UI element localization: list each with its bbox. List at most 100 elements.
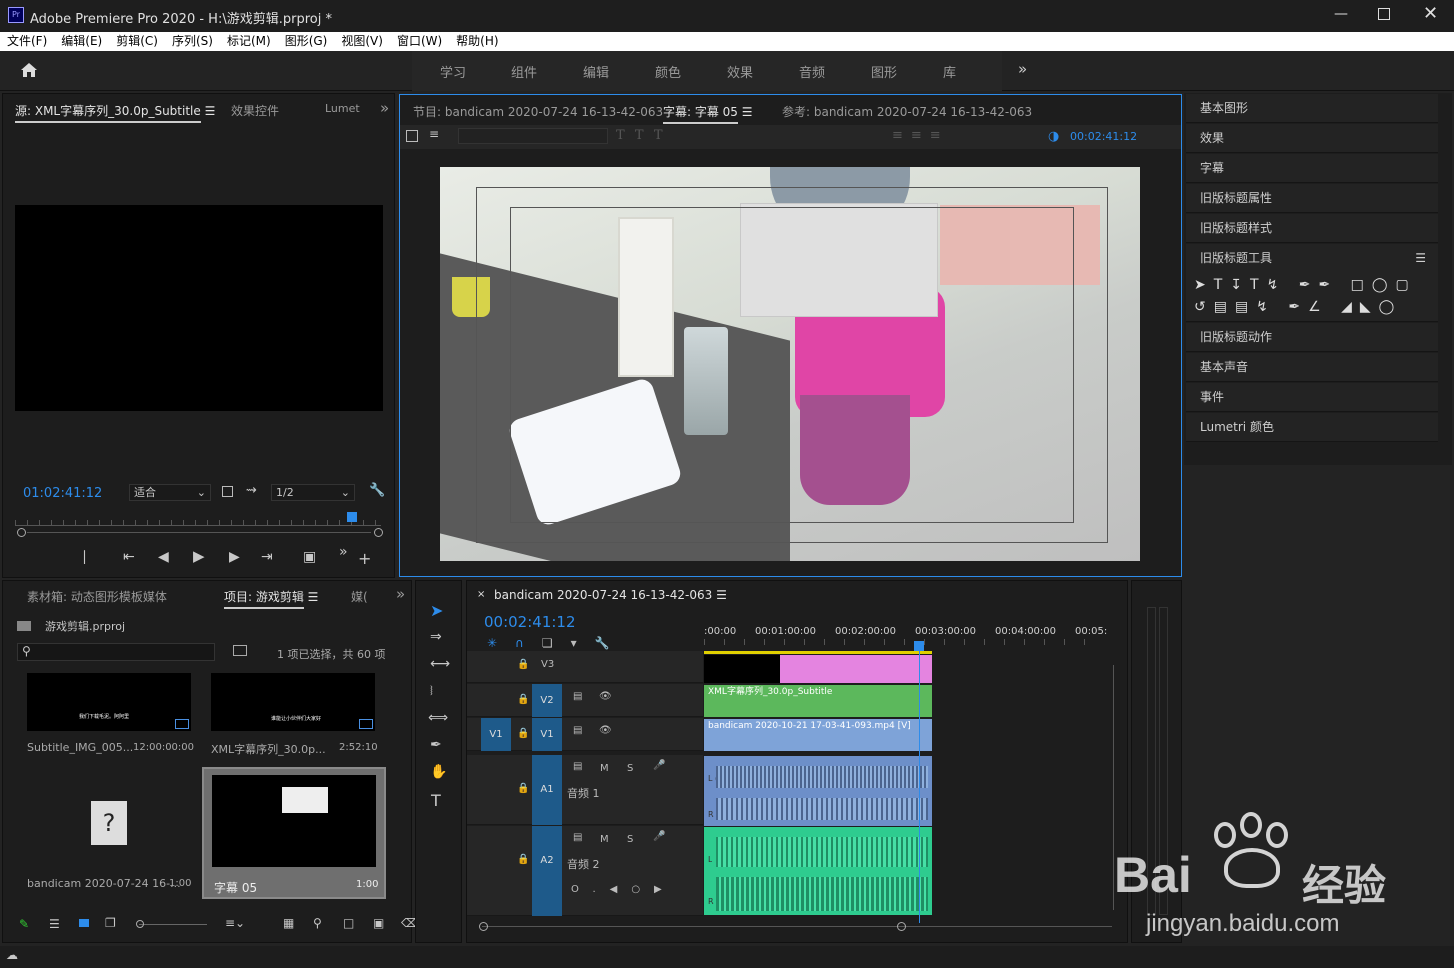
new-bin-icon[interactable]: □ xyxy=(343,916,354,930)
mute-button[interactable]: M xyxy=(600,834,609,845)
panel-essential-sound[interactable]: 基本声音 xyxy=(1186,353,1438,382)
settings-arrow-icon[interactable]: ⇝ xyxy=(246,483,257,498)
project-search-input[interactable]: ⚲ xyxy=(17,643,215,661)
new-item-icon[interactable]: ▣ xyxy=(373,916,384,930)
list-view-icon[interactable]: ☰ xyxy=(49,917,60,931)
lock-icon[interactable]: 🔒 xyxy=(517,854,529,865)
freeform-view-icon[interactable]: ❐ xyxy=(105,916,116,930)
track-v1-label[interactable]: V1 xyxy=(532,718,562,751)
menu-sequence[interactable]: 序列(S) xyxy=(165,32,220,51)
panel-legacy-title-properties[interactable]: 旧版标题属性 xyxy=(1186,184,1438,213)
a2-clip[interactable]: L R xyxy=(704,827,932,915)
panel-effects[interactable]: 效果 xyxy=(1186,124,1438,153)
tab-project[interactable]: 项目: 游戏剪辑 ☰ xyxy=(224,588,318,609)
tab-media[interactable]: 媒( xyxy=(351,588,368,605)
tab-effect-controls[interactable]: 效果控件 xyxy=(231,102,279,119)
ws-libraries[interactable]: 库 xyxy=(943,62,956,81)
microphone-icon[interactable]: 🎤 xyxy=(653,760,665,771)
ws-audio[interactable]: 音频 xyxy=(799,62,825,81)
tab-reference[interactable]: 参考: bandicam 2020-07-24 16-13-42-063 xyxy=(782,103,1032,120)
panel-essential-graphics[interactable]: 基本图形 xyxy=(1186,94,1438,123)
icon-view-icon[interactable] xyxy=(79,919,89,927)
menu-graphics[interactable]: 图形(G) xyxy=(278,32,335,51)
source-v1-patch[interactable]: V1 xyxy=(481,718,511,751)
hand-tool-icon[interactable]: ✋ xyxy=(430,764,447,780)
panel-events[interactable]: 事件 xyxy=(1186,383,1438,412)
cloud-icon[interactable]: ☁ xyxy=(6,948,18,962)
project-item[interactable]: 谁能让小伙伴们大家好 XML字幕序列_30.0p... 2:52:10 xyxy=(201,673,383,763)
home-icon[interactable] xyxy=(20,62,37,77)
step-back-icon[interactable]: ⇤ xyxy=(123,549,135,565)
timeline-timecode[interactable]: 00:02:41:12 xyxy=(484,613,576,631)
v1-clip[interactable]: bandicam 2020-10-21 17-03-41-093.mp4 [V] xyxy=(704,719,932,751)
zoom-scroll[interactable] xyxy=(17,528,383,538)
fit-dropdown[interactable]: 适合 ⌄ xyxy=(129,484,211,501)
playhead-handle-icon[interactable] xyxy=(914,641,924,651)
frame-forward-icon[interactable]: ▶ xyxy=(229,549,240,565)
project-item-selected[interactable]: 字幕 05 1:00 xyxy=(202,767,386,899)
ws-learn[interactable]: 学习 xyxy=(440,62,466,81)
lock-icon[interactable]: 🔒 xyxy=(517,783,529,794)
pencil-icon[interactable]: ✎ xyxy=(19,917,29,931)
menu-help[interactable]: 帮助(H) xyxy=(449,32,505,51)
ripple-edit-tool-icon[interactable]: ⟷ xyxy=(430,656,450,672)
timeline-playhead[interactable] xyxy=(919,643,920,923)
menu-view[interactable]: 视图(V) xyxy=(334,32,390,51)
sync-icon[interactable]: ▤ xyxy=(573,691,582,702)
ws-color[interactable]: 颜色 xyxy=(655,62,681,81)
close-icon[interactable]: ✕ xyxy=(1423,3,1438,24)
menu-window[interactable]: 窗口(W) xyxy=(390,32,449,51)
type-tool-icon[interactable]: T xyxy=(431,791,441,810)
text-style-icons[interactable]: TTT xyxy=(616,128,673,143)
step-forward-icon[interactable]: ⇥ xyxy=(261,549,273,565)
play-icon[interactable]: ▶ xyxy=(193,547,205,565)
playhead-icon[interactable] xyxy=(347,512,357,522)
caption-position-icon[interactable]: ◑ xyxy=(1048,129,1059,144)
track-a1-label[interactable]: A1 xyxy=(532,755,562,825)
frame-back-icon[interactable]: ◀ xyxy=(158,549,169,565)
panel-legacy-title-styles[interactable]: 旧版标题样式 xyxy=(1186,214,1438,243)
mute-button[interactable]: M xyxy=(600,763,609,774)
sync-icon[interactable]: ▤ xyxy=(573,832,582,843)
sort-icon[interactable]: ≡⌄ xyxy=(225,916,245,930)
font-dropdown[interactable] xyxy=(458,128,608,144)
caption-timecode[interactable]: 00:02:41:12 xyxy=(1070,130,1137,143)
razor-tool-icon[interactable]: ⧘ xyxy=(430,683,433,699)
ws-effects[interactable]: 效果 xyxy=(727,62,753,81)
project-item[interactable]: ? bandicam 2020-07-24 16-... 1:00 xyxy=(17,771,199,891)
tab-caption[interactable]: 字幕: 字幕 05 ☰ xyxy=(663,103,753,124)
wrench-icon[interactable]: 🔧 xyxy=(369,483,385,498)
maximize-icon[interactable] xyxy=(1378,8,1390,20)
zoom-slider[interactable] xyxy=(136,920,207,928)
project-item[interactable]: 我们下载毛泥。阿阿里 Subtitle_IMG_005... 12:00:00:… xyxy=(17,673,199,763)
ws-editing[interactable]: 编辑 xyxy=(583,62,609,81)
a1-clip[interactable]: L (1) R (1) xyxy=(704,756,932,826)
eye-icon[interactable]: 👁 xyxy=(599,725,612,736)
sync-icon[interactable]: ▤ xyxy=(573,725,582,736)
ws-assembly[interactable]: 组件 xyxy=(511,62,537,81)
slip-tool-icon[interactable]: ⟺ xyxy=(428,710,448,726)
lock-icon[interactable]: 🔒 xyxy=(517,728,529,739)
timeline-scrollbar[interactable] xyxy=(479,922,1112,931)
menu-file[interactable]: 文件(F) xyxy=(0,32,54,51)
find-icon[interactable] xyxy=(233,645,247,656)
pen-tool-icon[interactable]: ✒ xyxy=(430,737,442,753)
track-a2-label[interactable]: A2 xyxy=(532,826,562,916)
menu-clip[interactable]: 剪辑(C) xyxy=(109,32,165,51)
v3-clip-pink[interactable] xyxy=(780,655,932,683)
mark-in-icon[interactable]: ∣ xyxy=(81,549,88,565)
sequence-close-icon[interactable]: × xyxy=(477,589,485,600)
insert-icon[interactable]: ▣ xyxy=(303,549,316,565)
v2-clip[interactable]: XML字幕序列_30.0p_Subtitle xyxy=(704,685,932,717)
menu-edit[interactable]: 编辑(E) xyxy=(54,32,109,51)
tab-bin[interactable]: 素材箱: 动态图形模板媒体 xyxy=(27,588,167,605)
track-select-tool-icon[interactable]: ⇒ xyxy=(430,629,442,645)
lock-icon[interactable]: 🔒 xyxy=(517,659,529,670)
keyframe-nav-icon[interactable]: O.◀○▶ xyxy=(571,884,676,895)
more-controls-icon[interactable]: » xyxy=(339,544,348,560)
export-frame-icon[interactable] xyxy=(222,486,233,497)
v3-clip-black[interactable] xyxy=(704,655,780,683)
timeline-ruler[interactable] xyxy=(704,639,1104,645)
work-area-bar[interactable] xyxy=(704,651,932,654)
track-v2-label[interactable]: V2 xyxy=(532,684,562,717)
